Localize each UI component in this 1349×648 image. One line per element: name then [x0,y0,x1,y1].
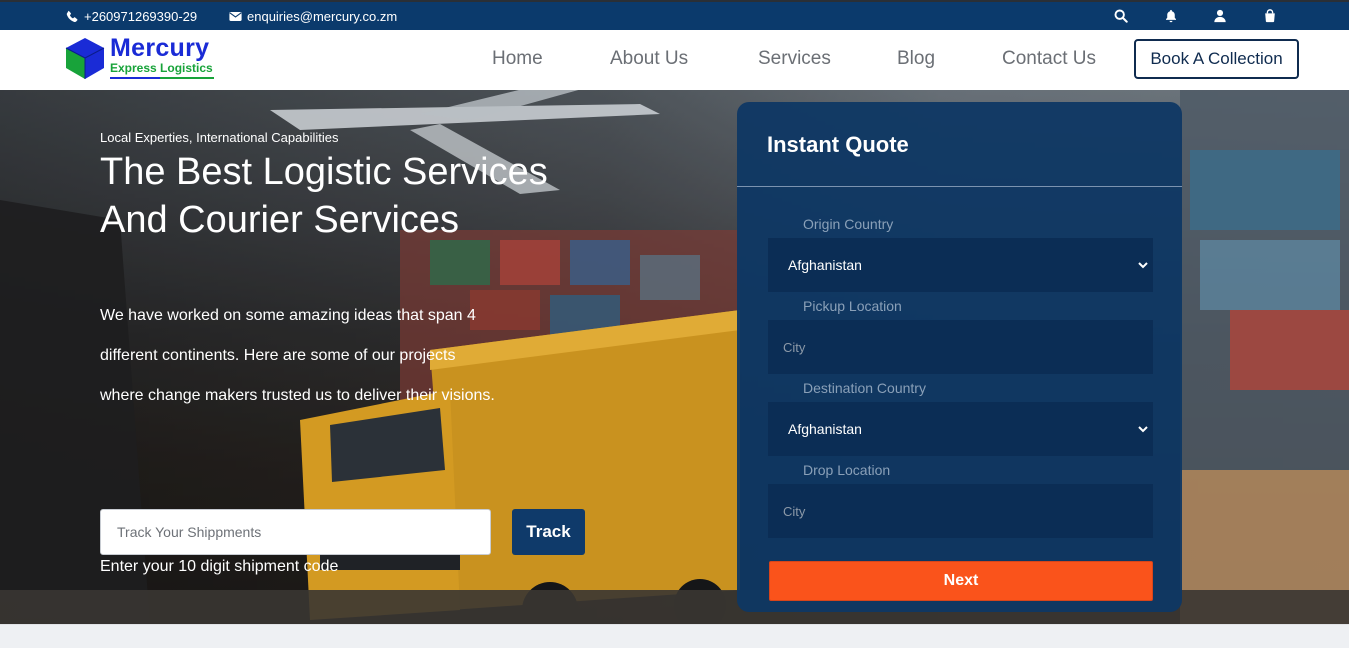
pickup-location-label: Pickup Location [803,298,902,314]
nav-contact-us[interactable]: Contact Us [1002,48,1096,70]
pickup-city-input[interactable]: City [768,320,1153,374]
site-header: Mercury Express Logistics Home About Us … [0,30,1349,90]
quote-divider [737,186,1182,187]
nav-services[interactable]: Services [758,48,831,70]
cube-logo-icon [65,38,105,79]
nav-blog[interactable]: Blog [897,48,935,70]
phone-number: +260971269390-29 [84,9,198,24]
nav-home[interactable]: Home [492,48,543,70]
chevron-down-icon [1138,262,1148,269]
shopping-bag-icon[interactable] [1263,9,1277,23]
drop-city-input[interactable]: City [768,484,1153,538]
phone-contact[interactable]: +260971269390-29 [66,9,197,24]
destination-country-value: Afghanistan [788,421,862,437]
hero-eyebrow: Local Experties, International Capabilit… [100,130,339,145]
next-button[interactable]: Next [769,561,1153,601]
email-address: enquiries@mercury.co.zm [247,9,398,24]
user-icon[interactable] [1213,9,1227,23]
origin-country-value: Afghanistan [788,257,862,273]
top-bar: +260971269390-29 enquiries@mercury.co.zm [0,0,1349,30]
bell-icon[interactable] [1164,9,1178,23]
drop-location-label: Drop Location [803,462,891,478]
search-icon[interactable] [1114,9,1128,23]
site-logo[interactable]: Mercury Express Logistics [64,34,224,84]
logo-underline-accent [160,77,214,79]
phone-icon [66,10,78,23]
track-hint: Enter your 10 digit shipment code [100,558,339,575]
instant-quote-panel: Instant Quote Origin Country Afghanistan… [737,102,1182,612]
chevron-down-icon [1138,426,1148,433]
origin-country-label: Origin Country [803,216,894,232]
book-collection-button[interactable]: Book A Collection [1134,39,1299,79]
logo-name: Mercury [110,34,210,62]
destination-country-label: Destination Country [803,380,926,396]
drop-city-placeholder: City [783,503,806,519]
nav-about-us[interactable]: About Us [610,48,688,70]
track-button[interactable]: Track [512,509,585,555]
track-shipment-input[interactable] [100,509,491,555]
hero-paragraph: We have worked on some amazing ideas tha… [100,307,495,404]
quote-title: Instant Quote [767,132,909,157]
email-contact[interactable]: enquiries@mercury.co.zm [229,9,397,24]
hero-headline: The Best Logistic Services And Courier S… [100,151,548,241]
envelope-icon [229,12,242,21]
origin-country-select[interactable]: Afghanistan [768,238,1153,292]
pickup-city-placeholder: City [783,339,806,355]
below-hero-strip [0,624,1349,648]
hero-section: Local Experties, International Capabilit… [0,90,1349,624]
destination-country-select[interactable]: Afghanistan [768,402,1153,456]
logo-tagline: Express Logistics [110,61,213,75]
